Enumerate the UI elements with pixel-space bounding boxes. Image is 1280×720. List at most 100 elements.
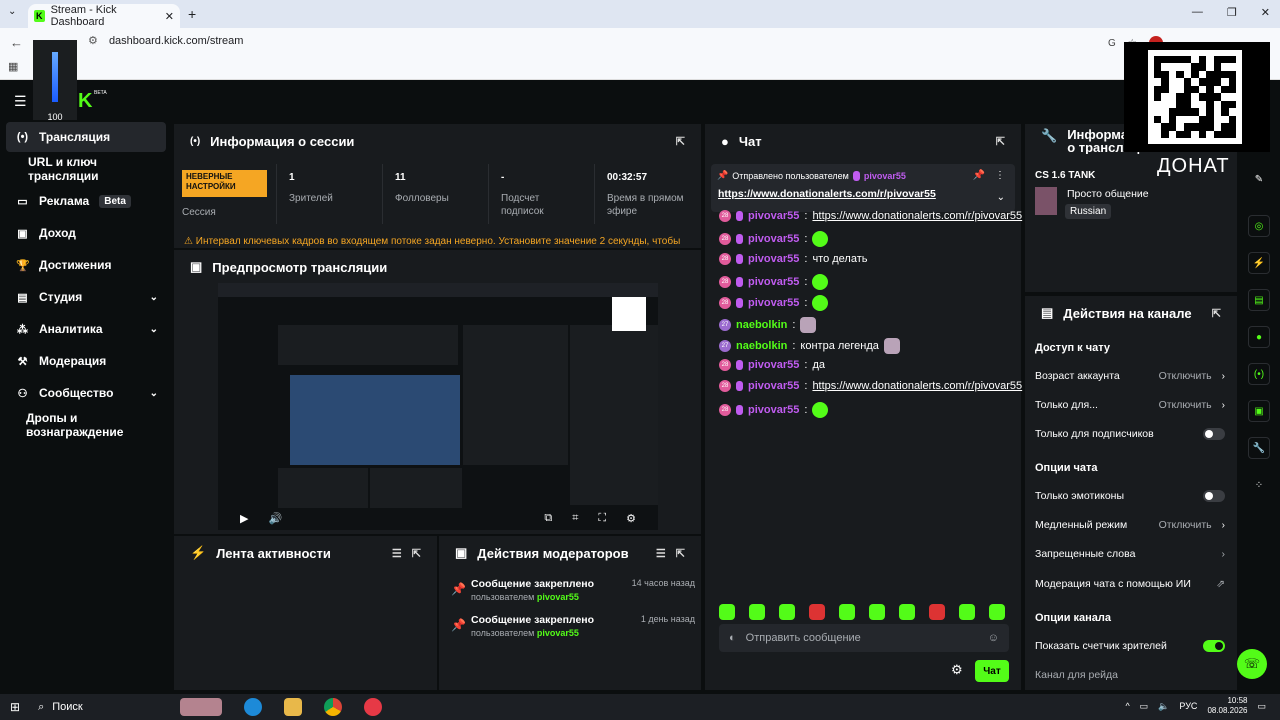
emote-icon[interactable] xyxy=(899,604,915,620)
new-tab-icon[interactable]: + xyxy=(188,6,196,22)
language-indicator[interactable]: РУС xyxy=(1179,701,1197,711)
slow-mode-option[interactable]: Медленный режим Отключить › xyxy=(1035,519,1225,531)
sidebar-item-broadcast[interactable]: (•) Трансляция xyxy=(6,122,166,152)
unpin-icon[interactable]: 📌 xyxy=(973,170,985,181)
chat-username[interactable]: pivovar55 xyxy=(748,404,799,416)
file-explorer-icon[interactable] xyxy=(284,698,302,716)
chat-username[interactable]: pivovar55 xyxy=(748,297,799,309)
network-icon[interactable]: ▭ xyxy=(1140,701,1149,712)
sidebar-item-ads[interactable]: ▭ Реклама Beta xyxy=(6,186,166,216)
tab-close-icon[interactable]: ✕ xyxy=(165,10,174,23)
popout-icon[interactable]: ⇱ xyxy=(676,135,685,148)
url-field[interactable]: ⚙ dashboard.kick.com/stream xyxy=(88,34,243,47)
chat-username[interactable]: pivovar55 xyxy=(748,210,799,222)
target-icon[interactable]: ◎ xyxy=(1248,215,1270,237)
account-age-option[interactable]: Возраст аккаунта Отключить › xyxy=(1035,370,1225,382)
pinned-username[interactable]: pivovar55 xyxy=(864,171,906,181)
broadcast-icon[interactable]: (•) xyxy=(1248,363,1270,385)
sidebar-item-drops[interactable]: Дропы и вознаграждение xyxy=(6,410,166,440)
emote-icon[interactable] xyxy=(719,604,735,620)
back-icon[interactable]: ← xyxy=(10,35,23,50)
google-lens-icon[interactable]: G xyxy=(1108,38,1116,49)
search-icon[interactable]: ⌕ xyxy=(38,701,44,714)
popout-icon[interactable]: ⇱ xyxy=(676,547,685,560)
site-info-icon[interactable]: ⚙ xyxy=(88,35,98,47)
taskbar-clock[interactable]: 10:58 08.08.2026 xyxy=(1207,696,1247,716)
chat-link[interactable]: https://www.donationalerts.com/r/pivovar… xyxy=(812,380,1022,392)
minimize-icon[interactable]: — xyxy=(1192,6,1203,19)
emote-icon[interactable] xyxy=(929,604,945,620)
maximize-icon[interactable]: ❐ xyxy=(1227,6,1237,19)
chat-message-input[interactable]: ◐ Отправить сообщение ☺ xyxy=(719,624,1009,652)
kick-logo[interactable]: K xyxy=(78,90,92,113)
tab-search-icon[interactable]: ⌄ xyxy=(8,6,16,17)
popout-icon[interactable]: ⇱ xyxy=(996,135,1005,148)
chat-username[interactable]: naebolkin xyxy=(736,340,787,352)
popout-icon[interactable]: ⇱ xyxy=(412,547,421,560)
show-viewers-toggle[interactable] xyxy=(1203,640,1225,652)
emote-icon[interactable] xyxy=(869,604,885,620)
chat-link[interactable]: https://www.donationalerts.com/r/pivovar… xyxy=(812,210,1022,222)
fullscreen-icon[interactable]: ⛶ xyxy=(598,512,606,525)
connections-icon[interactable]: ⁘ xyxy=(1248,474,1270,496)
pip-icon[interactable]: ⧉ xyxy=(544,512,552,525)
chat-bubble-icon[interactable]: ● xyxy=(1248,326,1270,348)
sidebar-item-studio[interactable]: ▤ Студия ⌄ xyxy=(6,282,166,312)
filter-icon[interactable]: ☰ xyxy=(656,547,666,560)
chat-username[interactable]: pivovar55 xyxy=(748,276,799,288)
chevron-down-icon[interactable]: ⌄ xyxy=(997,192,1005,203)
edge-icon[interactable] xyxy=(244,698,262,716)
chat-username[interactable]: pivovar55 xyxy=(748,233,799,245)
emote-icon[interactable] xyxy=(959,604,975,620)
browser-tab[interactable]: K Stream - Kick Dashboard ✕ xyxy=(28,4,180,28)
tray-overflow-icon[interactable]: ^ xyxy=(1125,701,1129,711)
obs-icon[interactable] xyxy=(364,698,382,716)
username-link[interactable]: pivovar55 xyxy=(537,628,579,638)
windows-start-icon[interactable]: ⊞ xyxy=(10,700,20,714)
speaker-icon[interactable]: 🔈 xyxy=(1158,701,1169,712)
clip-icon[interactable]: ⌗ xyxy=(572,512,578,525)
emote-icon[interactable] xyxy=(779,604,795,620)
category-name[interactable]: Просто общение xyxy=(1067,188,1149,200)
help-chat-icon[interactable]: ☏ xyxy=(1237,649,1267,679)
edit-icon[interactable]: ✎ xyxy=(1248,168,1270,190)
taskbar-search-label[interactable]: Поиск xyxy=(52,701,82,713)
apps-grid-icon[interactable]: ▦ xyxy=(8,60,18,73)
sidebar-item-revenue[interactable]: ▣ Доход xyxy=(6,218,166,248)
settings-icon[interactable]: ⚙ xyxy=(626,512,636,525)
chat-username[interactable]: pivovar55 xyxy=(748,359,799,371)
invalid-settings-badge[interactable]: НЕВЕРНЫЕ НАСТРОЙКИ xyxy=(182,170,267,197)
only-for-option[interactable]: Только для... Отключить › xyxy=(1035,399,1225,411)
chat-username[interactable]: naebolkin xyxy=(736,319,787,331)
volume-icon[interactable]: 🔊 xyxy=(268,512,282,525)
sidebar-item-achievements[interactable]: 🏆 Достижения xyxy=(6,250,166,280)
chat-username[interactable]: pivovar55 xyxy=(748,253,799,265)
clipboard-icon[interactable]: ▤ xyxy=(1248,289,1270,311)
emote-icon[interactable] xyxy=(989,604,1005,620)
play-icon[interactable]: ▶ xyxy=(240,512,248,525)
emoji-picker-icon[interactable]: ☺ xyxy=(988,632,999,644)
chat-username[interactable]: pivovar55 xyxy=(748,380,799,392)
emotes-only-toggle[interactable] xyxy=(1203,490,1225,502)
pinned-link[interactable]: https://www.donationalerts.com/r/pivovar… xyxy=(718,188,936,200)
emote-icon[interactable] xyxy=(809,604,825,620)
sidebar-item-stream-key[interactable]: URL и ключ трансляции xyxy=(6,154,166,184)
emote-icon[interactable] xyxy=(839,604,855,620)
sidebar-item-community[interactable]: ⚇ Сообщество ⌄ xyxy=(6,378,166,408)
notifications-icon[interactable]: ▭ xyxy=(1257,701,1266,712)
chrome-icon[interactable] xyxy=(324,698,342,716)
widgets-icon[interactable] xyxy=(180,698,222,716)
wrench-icon[interactable]: 🔧 xyxy=(1248,437,1270,459)
ai-moderation-option[interactable]: Модерация чата с помощью ИИ ⇗ xyxy=(1035,578,1225,590)
stream-preview-video[interactable]: ▶ 🔊 ⧉ ⌗ ⛶ ⚙ xyxy=(218,283,658,530)
popout-icon[interactable]: ⇱ xyxy=(1212,307,1221,320)
close-window-icon[interactable]: ✕ xyxy=(1261,6,1270,19)
chat-settings-icon[interactable]: ⚙ xyxy=(951,662,963,678)
username-link[interactable]: pivovar55 xyxy=(537,592,579,602)
banned-words-option[interactable]: Запрещенные слова › xyxy=(1035,548,1225,560)
raid-channel-option[interactable]: Канал для рейда xyxy=(1035,669,1225,681)
emote-icon[interactable] xyxy=(749,604,765,620)
layout-icon[interactable]: ▣ xyxy=(1248,400,1270,422)
send-chat-button[interactable]: Чат xyxy=(975,660,1009,682)
hamburger-menu-icon[interactable]: ☰ xyxy=(14,93,27,110)
